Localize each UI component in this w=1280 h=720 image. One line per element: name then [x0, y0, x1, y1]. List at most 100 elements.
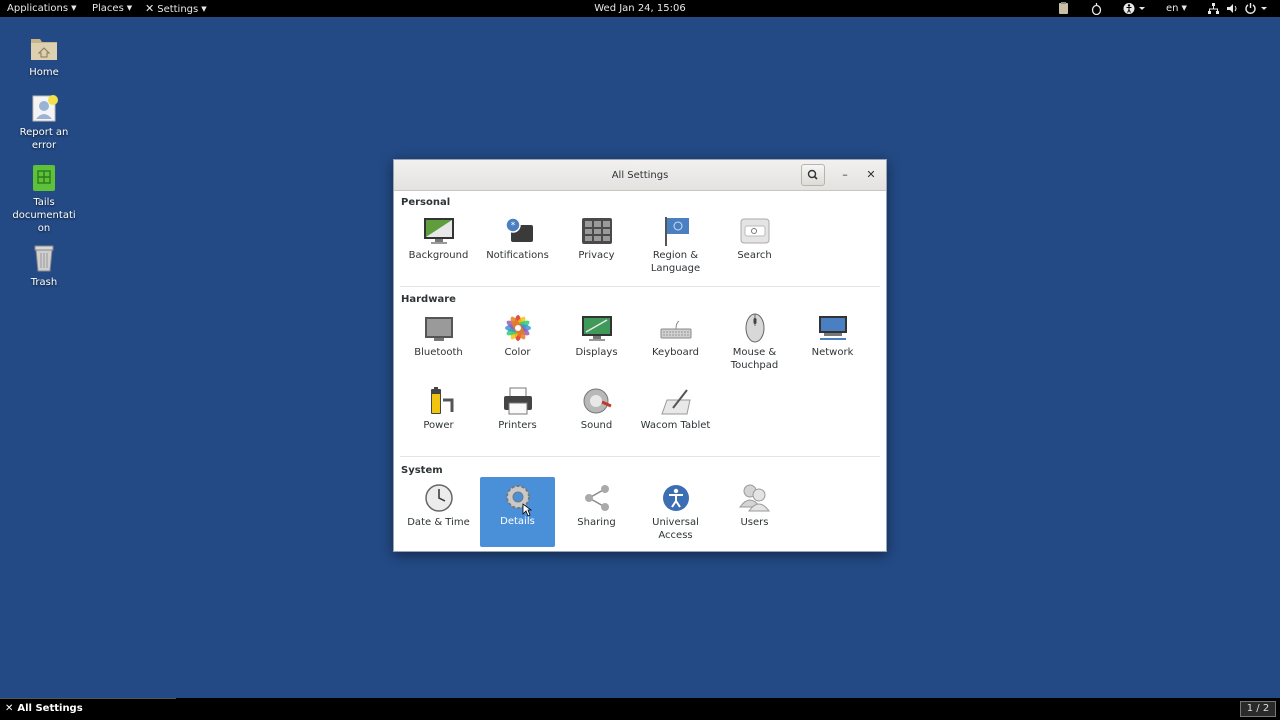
settings-item-displays[interactable]: Displays [559, 308, 634, 378]
workspace-switcher[interactable]: 1 / 2 [1240, 701, 1276, 717]
top-panel: Applications ▼ Places ▼ ✕ Settings ▼ Wed Jan… [0, 0, 1280, 17]
desktop-icon-home[interactable]: Home [12, 33, 76, 79]
settings-item-label: Power [423, 420, 454, 431]
settings-item-date-time[interactable]: Date & Time [401, 478, 476, 548]
network-icon[interactable] [1207, 2, 1220, 15]
users-icon [738, 483, 772, 513]
keyboard-icon [659, 313, 693, 343]
chevron-down-icon: ▼ [71, 4, 77, 12]
settings-item-label: Sound [580, 420, 613, 431]
settings-app-menu-label: Settings [157, 4, 199, 15]
taskbar-item-all-settings[interactable]: ✕ All Settings [5, 698, 83, 720]
settings-item-label: Sharing [577, 517, 616, 528]
settings-item-users[interactable]: Users [717, 478, 792, 548]
settings-item-label: Printers [498, 420, 537, 431]
places-menu-label: Places [92, 3, 124, 14]
flag-icon [659, 216, 693, 246]
desktop-icon-report-error[interactable]: Report an error [12, 93, 76, 152]
settings-item-label: Region & Language [650, 250, 701, 274]
settings-item-wacom-tablet[interactable]: Wacom Tablet [638, 381, 713, 451]
tools-icon: ✕ [5, 703, 14, 714]
volume-icon[interactable] [1226, 2, 1239, 15]
settings-item-label: Network [811, 347, 854, 358]
chevron-down-icon: ▼ [1181, 4, 1187, 12]
settings-item-label: Background [408, 250, 469, 261]
taskbar-item-label: All Settings [17, 703, 83, 714]
notifications-icon: * [501, 216, 535, 246]
network-settings-icon [816, 313, 850, 343]
places-menu[interactable]: Places ▼ [92, 0, 132, 17]
settings-item-label: Keyboard [651, 347, 699, 358]
settings-item-sound[interactable]: Sound [559, 381, 634, 451]
settings-item-printers[interactable]: Printers [480, 381, 555, 451]
home-folder-icon [29, 33, 59, 63]
settings-item-search[interactable]: Search [717, 211, 792, 281]
settings-item-keyboard[interactable]: Keyboard [638, 308, 713, 378]
settings-item-label: Bluetooth [414, 347, 463, 358]
settings-item-label: Mouse & Touchpad [730, 347, 779, 371]
settings-item-label: Privacy [578, 250, 615, 261]
settings-item-label: Notifications [486, 250, 549, 261]
search-settings-icon [738, 216, 772, 246]
chevron-down-icon: ▼ [201, 5, 207, 13]
settings-item-power[interactable]: Power [401, 381, 476, 451]
settings-item-universal-access[interactable]: Universal Access [638, 478, 713, 548]
mouse-cursor-icon [522, 503, 532, 517]
settings-item-network[interactable]: Network [795, 308, 870, 378]
keyboard-layout-menu[interactable]: en ▼ [1166, 0, 1187, 17]
settings-item-sharing[interactable]: Sharing [559, 478, 634, 548]
tools-icon: ✕ [145, 2, 155, 15]
search-button[interactable] [801, 164, 825, 186]
report-error-icon [29, 93, 59, 123]
settings-item-notifications[interactable]: * Notifications [480, 211, 555, 281]
applications-menu-label: Applications [7, 3, 69, 14]
settings-item-label: Details [500, 516, 535, 527]
clipboard-icon[interactable] [1057, 2, 1070, 15]
power-menu[interactable] [1244, 2, 1270, 15]
settings-item-privacy[interactable]: Privacy [559, 211, 634, 281]
chevron-down-icon: ▼ [126, 4, 133, 12]
settings-item-details[interactable]: Details [480, 477, 555, 547]
desktop-icon-label: Report an error [19, 127, 69, 151]
settings-item-mouse-touchpad[interactable]: Mouse & Touchpad [717, 308, 792, 378]
desktop-icon-trash[interactable]: Trash [12, 243, 76, 289]
speaker-icon [580, 386, 614, 416]
section-divider [400, 456, 880, 457]
mouse-icon [738, 313, 772, 343]
settings-item-label: Users [740, 517, 769, 528]
close-button[interactable]: ✕ [863, 167, 879, 183]
desktop-icon-label: Home [29, 67, 59, 78]
accessibility-icon [659, 483, 693, 513]
tails-documentation-icon [29, 163, 59, 193]
desktop-icon-label: Tails documentation [12, 197, 76, 234]
desktop-icon-tails-documentation[interactable]: Tails documentation [12, 163, 76, 235]
window-titlebar[interactable]: All Settings – ✕ [394, 160, 886, 191]
settings-item-region-language[interactable]: Region & Language [638, 211, 713, 281]
settings-item-bluetooth[interactable]: Bluetooth [401, 308, 476, 378]
settings-item-label: Color [504, 347, 531, 358]
accessibility-menu[interactable] [1123, 2, 1147, 15]
settings-item-label: Displays [575, 347, 618, 358]
svg-text:*: * [510, 221, 515, 231]
section-title-personal: Personal [401, 197, 451, 208]
clock-icon [422, 483, 456, 513]
bottom-panel: ✕ All Settings 1 / 2 [0, 698, 1280, 720]
printer-icon [501, 386, 535, 416]
settings-item-background[interactable]: Background [401, 211, 476, 281]
settings-window: All Settings – ✕ Personal Background * N… [393, 159, 887, 552]
share-icon [580, 483, 614, 513]
background-icon [422, 216, 456, 246]
settings-item-label: Universal Access [652, 517, 699, 541]
settings-item-label: Search [737, 250, 772, 261]
minimize-button[interactable]: – [837, 167, 853, 183]
privacy-icon [580, 216, 614, 246]
clock-label: Wed Jan 24, 15:06 [594, 3, 686, 14]
clock[interactable]: Wed Jan 24, 15:06 [560, 0, 720, 17]
bluetooth-icon [422, 313, 456, 343]
trash-icon [29, 243, 59, 273]
settings-app-menu[interactable]: ✕ Settings ▼ [145, 0, 207, 17]
tor-status-icon[interactable] [1090, 2, 1103, 15]
applications-menu[interactable]: Applications ▼ [7, 0, 76, 17]
settings-item-color[interactable]: Color [480, 308, 555, 378]
search-icon [807, 169, 818, 180]
